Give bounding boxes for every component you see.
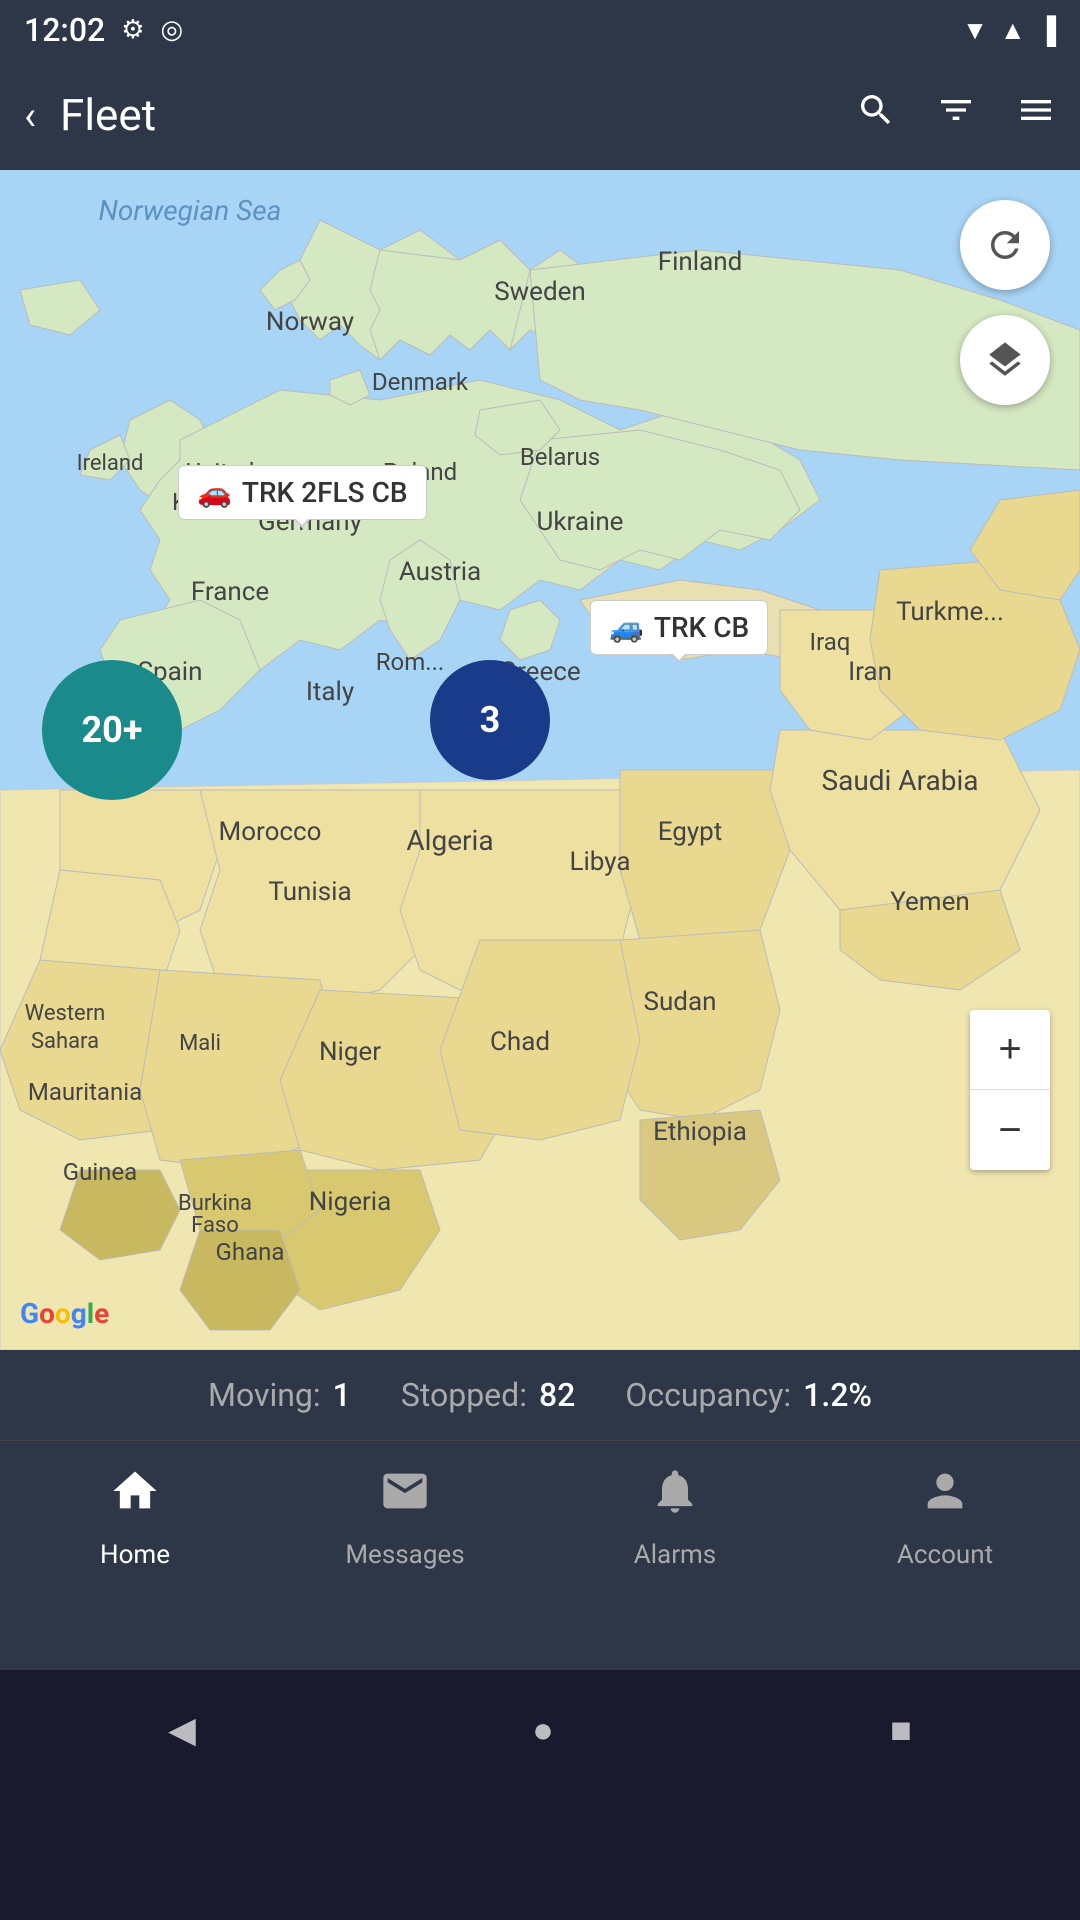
page-title: Fleet	[60, 89, 856, 141]
vehicle-car-icon-red: 🚗	[197, 476, 232, 509]
zoom-controls: + −	[970, 1010, 1050, 1170]
bottom-navigation: Home Messages Alarms Account	[0, 1440, 1080, 1670]
cluster-20plus[interactable]: 20+	[42, 660, 182, 800]
moving-value: 1	[333, 1376, 351, 1414]
wifi-icon: ▼	[962, 15, 988, 46]
battery-icon: ▐	[1038, 15, 1056, 46]
nav-account-label: Account	[897, 1540, 993, 1570]
map-container[interactable]: United Kingdom Ireland Denmark Sweden Fi…	[0, 170, 1080, 1350]
nav-home[interactable]: Home	[0, 1465, 270, 1570]
filter-button[interactable]	[936, 90, 976, 140]
messages-icon	[379, 1465, 431, 1530]
status-bar: 12:02 ⚙ ◎ ▼ ▲ ▐	[0, 0, 1080, 60]
cluster-3[interactable]: 3	[430, 660, 550, 780]
nav-alarms-label: Alarms	[634, 1540, 716, 1570]
home-nav-button[interactable]: ●	[532, 1709, 554, 1751]
nav-messages-label: Messages	[345, 1540, 464, 1570]
search-button[interactable]	[856, 90, 896, 140]
alarms-icon	[649, 1465, 701, 1530]
nav-account[interactable]: Account	[810, 1465, 1080, 1570]
nav-messages[interactable]: Messages	[270, 1465, 540, 1570]
zoom-out-button[interactable]: −	[970, 1090, 1050, 1170]
app-bar: ‹ Fleet	[0, 60, 1080, 170]
signal-icon: ▲	[1000, 15, 1026, 46]
gear-icon: ⚙	[121, 15, 144, 45]
occupancy-label: Occupancy:	[625, 1376, 791, 1414]
refresh-button[interactable]	[960, 200, 1050, 290]
google-logo: Google	[20, 1297, 109, 1330]
system-navigation: ◀ ● ■	[0, 1670, 1080, 1790]
nav-home-label: Home	[100, 1540, 170, 1570]
moving-status: Moving: 1	[208, 1376, 351, 1414]
home-icon	[109, 1465, 161, 1530]
map-overlay: 🚗 TRK 2FLS CB 🚙 TRK CB 20+ 3 + − Google	[0, 170, 1080, 1350]
recent-nav-button[interactable]: ■	[890, 1709, 912, 1751]
occupancy-value: 1.2%	[803, 1376, 872, 1414]
at-icon: ◎	[161, 15, 184, 45]
moving-label: Moving:	[208, 1376, 321, 1414]
back-button[interactable]: ‹	[24, 92, 36, 139]
account-icon	[919, 1465, 971, 1530]
stopped-status: Stopped: 82	[401, 1376, 575, 1414]
layers-button[interactable]	[960, 315, 1050, 405]
zoom-in-button[interactable]: +	[970, 1010, 1050, 1090]
vehicle-label-trkcb[interactable]: 🚙 TRK CB	[590, 600, 768, 655]
vehicle-label-text-trkcb: TRK CB	[654, 611, 749, 644]
occupancy-status: Occupancy: 1.2%	[625, 1376, 872, 1414]
status-time: 12:02	[24, 11, 105, 49]
menu-button[interactable]	[1016, 90, 1056, 140]
back-nav-button[interactable]: ◀	[168, 1709, 196, 1751]
vehicle-label-trk2fls[interactable]: 🚗 TRK 2FLS CB	[178, 465, 427, 520]
stopped-label: Stopped:	[401, 1376, 527, 1414]
vehicle-label-text-trk2fls: TRK 2FLS CB	[242, 476, 408, 509]
fleet-status-bar: Moving: 1 Stopped: 82 Occupancy: 1.2%	[0, 1350, 1080, 1440]
vehicle-car-icon-gray: 🚙	[609, 611, 644, 644]
nav-alarms[interactable]: Alarms	[540, 1465, 810, 1570]
stopped-value: 82	[539, 1376, 575, 1414]
